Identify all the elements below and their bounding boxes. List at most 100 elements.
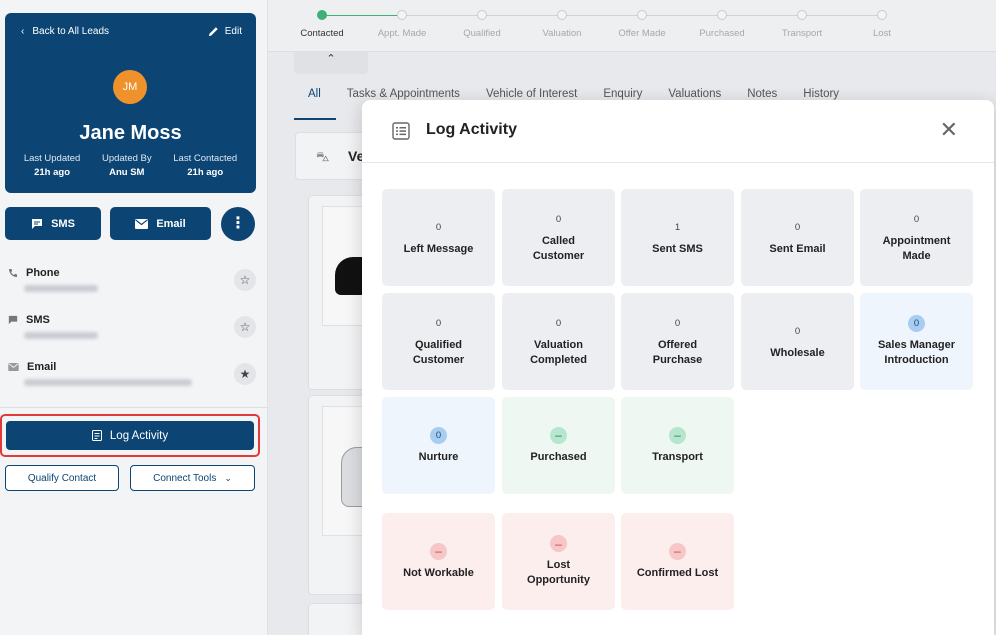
tab-all[interactable]: All <box>308 88 321 100</box>
tile-count: 0 <box>908 315 925 333</box>
collapse-stepper-button[interactable]: ⌃ <box>294 52 368 74</box>
tab-enquiry[interactable]: Enquiry <box>603 88 642 100</box>
tile-label: Sent Email <box>769 242 826 255</box>
step-dot <box>557 10 567 20</box>
email-button-label: Email <box>156 217 186 230</box>
lead-meta: Last Updated 21h ago Updated By Anu SM L… <box>5 153 256 178</box>
tab-tasks-appointments[interactable]: Tasks & Appointments <box>347 88 460 100</box>
log-activity-button[interactable]: Log Activity <box>6 421 254 450</box>
more-options-button[interactable]: ⋮ <box>221 207 255 241</box>
vehicle-card <box>308 603 368 635</box>
tile-label: Wholesale <box>770 346 825 359</box>
contact-email: Email ★ <box>8 361 258 386</box>
step-purchased[interactable]: Purchased <box>682 10 762 39</box>
back-to-leads-link[interactable]: ‹ Back to All Leads <box>21 26 109 37</box>
log-activity-label: Log Activity <box>109 429 169 442</box>
pencil-icon <box>208 27 218 37</box>
tile-left-message[interactable]: 0 Left Message <box>382 189 495 286</box>
tile-qualified-customer[interactable]: 0 Qualified Customer <box>382 293 495 390</box>
tile-count: 0 <box>430 218 447 236</box>
back-link-label: Back to All Leads <box>32 26 110 37</box>
log-icon <box>91 430 102 441</box>
sms-button[interactable]: SMS <box>5 207 101 240</box>
tile-count: 0 <box>550 315 567 333</box>
vehicle-card <box>308 195 369 390</box>
email-button[interactable]: Email <box>110 207 211 240</box>
tab-history[interactable]: History <box>803 88 839 100</box>
tile-confirmed-lost[interactable]: – Confirmed Lost <box>621 513 734 610</box>
connect-label: Connect Tools <box>153 472 217 484</box>
tile-sales-manager-introduction[interactable]: 0 Sales Manager Introduction <box>860 293 973 390</box>
star-icon[interactable]: ☆ <box>234 269 256 291</box>
tile-label: Appointment Made <box>882 235 951 262</box>
tab-valuations[interactable]: Valuations <box>668 88 721 100</box>
step-appt-made[interactable]: Appt. Made <box>362 10 442 39</box>
step-label: Transport <box>781 28 823 39</box>
star-icon[interactable]: ☆ <box>234 316 256 338</box>
log-activity-modal: Log Activity ✕ 0 Left Message 0 Called Cus… <box>362 100 994 635</box>
edit-button[interactable]: Edit <box>208 26 242 37</box>
chat-icon <box>8 315 18 325</box>
phone-icon <box>9 269 17 277</box>
tile-transport[interactable]: – Transport <box>621 397 734 494</box>
tile-count: 0 <box>430 315 447 333</box>
tile-count: 0 <box>669 315 686 333</box>
tile-label: Left Message <box>403 242 474 255</box>
step-transport[interactable]: Transport <box>762 10 842 39</box>
meta-last-updated: Last Updated 21h ago <box>24 153 81 178</box>
tile-valuation-completed[interactable]: 0 Valuation Completed <box>502 293 615 390</box>
tile-label: Offered Purchase <box>652 339 703 366</box>
edit-label: Edit <box>224 26 242 37</box>
sms-value-redacted <box>24 332 98 339</box>
star-icon[interactable]: ★ <box>234 363 256 385</box>
tile-count: 0 <box>789 322 806 340</box>
chevron-down-icon: ⌄ <box>224 472 232 483</box>
step-contacted[interactable]: Contacted <box>282 10 362 39</box>
tile-count: – <box>430 542 447 560</box>
tile-offered-purchase[interactable]: 0 Offered Purchase <box>621 293 734 390</box>
tile-count: 0 <box>550 211 567 229</box>
envelope-icon <box>8 363 19 371</box>
meta-label: Last Contacted <box>173 153 238 164</box>
step-lost[interactable]: Lost <box>842 10 922 39</box>
qualify-contact-button[interactable]: Qualify Contact <box>5 465 119 491</box>
meta-updated-by: Updated By Anu SM <box>102 153 152 178</box>
close-icon[interactable]: ✕ <box>940 119 958 141</box>
tile-count: 0 <box>789 218 806 236</box>
connect-tools-dropdown[interactable]: Connect Tools ⌄ <box>130 465 255 491</box>
step-qualified[interactable]: Qualified <box>442 10 522 39</box>
tile-appointment-made[interactable]: 0 Appointment Made <box>860 189 973 286</box>
step-offer-made[interactable]: Offer Made <box>602 10 682 39</box>
tile-count: 0 <box>430 426 447 444</box>
step-label: Appt. Made <box>377 28 427 39</box>
modal-title: Log Activity <box>426 121 517 138</box>
sms-label: SMS <box>26 314 50 326</box>
tab-vehicle-of-interest[interactable]: Vehicle of Interest <box>486 88 577 100</box>
log-activity-highlight: Log Activity <box>0 414 260 457</box>
tile-label: Lost Opportunity <box>527 559 590 586</box>
lead-name: Jane Moss <box>79 122 182 144</box>
step-label: Qualified <box>463 28 501 39</box>
tile-nurture[interactable]: 0 Nurture <box>382 397 495 494</box>
meta-label: Updated By <box>101 153 152 164</box>
tile-count: 1 <box>669 218 686 236</box>
meta-label: Last Updated <box>23 153 81 164</box>
tile-sent-sms[interactable]: 1 Sent SMS <box>621 189 734 286</box>
tile-lost-opportunity[interactable]: – Lost Opportunity <box>502 513 615 610</box>
contact-phone: Phone ☆ <box>8 267 258 292</box>
modal-header: Log Activity ✕ <box>362 100 994 163</box>
tab-notes[interactable]: Notes <box>747 88 777 100</box>
vehicle-card <box>308 395 371 595</box>
tile-purchased[interactable]: – Purchased <box>502 397 615 494</box>
list-icon <box>392 122 410 140</box>
tile-not-workable[interactable]: – Not Workable <box>382 513 495 610</box>
step-dot <box>317 10 327 20</box>
tile-called-customer[interactable]: 0 Called Customer <box>502 189 615 286</box>
step-label: Lost <box>873 28 891 39</box>
chevron-left-icon: ‹ <box>21 26 25 37</box>
step-dot <box>397 10 407 20</box>
step-valuation[interactable]: Valuation <box>522 10 602 39</box>
tile-sent-email[interactable]: 0 Sent Email <box>741 189 854 286</box>
step-label: Contacted <box>300 28 344 39</box>
tile-wholesale[interactable]: 0 Wholesale <box>741 293 854 390</box>
